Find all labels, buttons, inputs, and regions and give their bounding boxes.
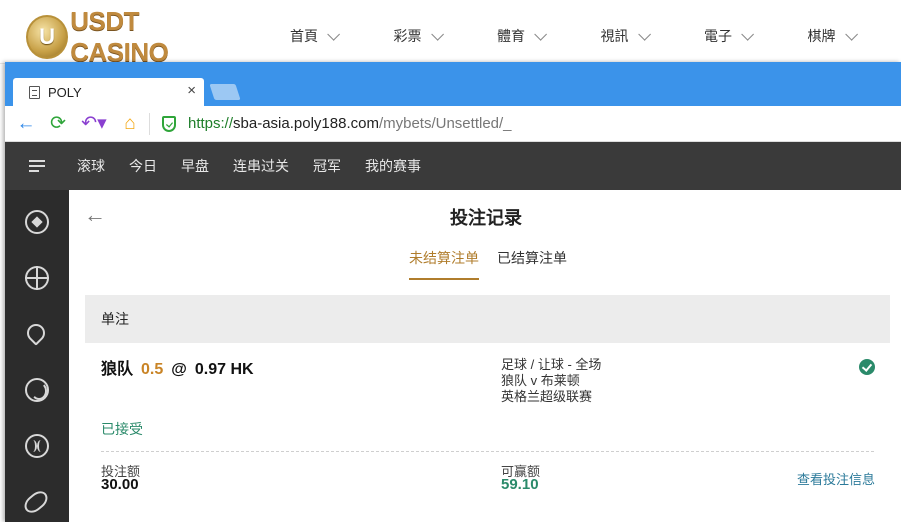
nav-label: 電子 [704,28,732,44]
nav-item-sports[interactable]: 體育 [497,26,601,46]
new-tab-button[interactable] [209,84,241,100]
reload-icon[interactable]: ⟳ [47,113,69,134]
bet-match: 狼队 v 布莱顿 [501,373,580,388]
chevron-down-icon [534,27,547,41]
url-host: sba-asia.poly188.com [233,115,379,132]
bet-details: 足球 / 让球 - 全场 狼队 v 布莱顿 英格兰超级联赛 [501,357,601,405]
volleyball-icon[interactable] [25,378,49,402]
chevron-down-icon [430,27,444,41]
check-circle-icon [859,359,875,375]
tennis-icon[interactable] [23,320,49,346]
sport-nav-inplay[interactable]: 滚球 [77,156,105,176]
casino-logo[interactable]: U USDT CASINO [26,6,236,67]
tab-title: POLY [48,84,82,100]
baseball-icon[interactable] [25,434,49,458]
bet-tabs: 未结算注单 已结算注单 [409,248,585,280]
nav-item-slots[interactable]: 電子 [704,26,808,46]
url-path: /mybets/Unsettled/_ [378,115,512,132]
tab-unsettled[interactable]: 未结算注单 [409,248,479,280]
sport-nav-early[interactable]: 早盘 [181,156,209,176]
nav-label: 首頁 [290,28,318,44]
undo-icon[interactable]: ↶▾ [79,113,109,134]
bet-market: 足球 / 让球 - 全场 [501,357,602,372]
sport-nav-today[interactable]: 今日 [129,156,157,176]
site-nav: 首頁 彩票 體育 視訊 電子 棋牌 [290,26,901,46]
logo-badge-icon: U [26,15,69,59]
nav-label: 棋牌 [807,28,836,44]
toolbar-divider [149,112,150,135]
address-bar: ← ⟳ ↶▾ ⌂ https://sba-asia.poly188.com/my… [5,106,901,142]
stake-value: 30.00 [101,476,139,493]
browser-tab-strip: POLY × [5,62,901,106]
site-header: U USDT CASINO 首頁 彩票 體育 視訊 電子 棋牌 [0,0,901,67]
chevron-down-icon [741,27,754,41]
sport-nav-parlay[interactable]: 连串过关 [233,156,289,176]
nav-item-home[interactable]: 首頁 [290,26,394,46]
basketball-icon[interactable] [25,266,49,290]
bet-handicap: 0.5 [141,361,164,378]
home-icon[interactable]: ⌂ [119,113,141,134]
bet-league: 英格兰超级联赛 [501,389,593,404]
return-value: 59.10 [501,476,539,493]
nav-item-lottery[interactable]: 彩票 [394,26,498,46]
close-icon[interactable]: × [187,83,196,99]
url-scheme: https:// [188,115,234,132]
page-icon [29,85,40,99]
section-header-single: 单注 [85,295,890,343]
bet-selection: 狼队 [101,361,134,378]
american-football-icon[interactable] [20,487,52,517]
chevron-down-icon [637,27,651,41]
logo-text: USDT CASINO [70,6,169,67]
chevron-down-icon [327,27,340,41]
bet-selection-line: 狼队 0.5 @0.97 HK [101,355,876,379]
view-bet-info-link[interactable]: 查看投注信息 [797,469,875,488]
menu-icon[interactable] [29,160,45,172]
browser-window: POLY × ← ⟳ ↶▾ ⌂ https://sba-asia.poly188… [5,62,901,522]
soccer-icon[interactable] [25,210,49,234]
page-title: 投注记录 [450,208,522,228]
nav-label: 視訊 [600,28,629,44]
bet-history-panel: ← 投注记录 未结算注单 已结算注单 单注 狼队 0.5 @0.97 HK 足球 /… [69,190,901,522]
back-arrow-icon[interactable]: ← [15,113,37,134]
nav-item-cards[interactable]: 棋牌 [808,26,901,46]
tab-settled[interactable]: 已结算注单 [497,248,567,280]
sport-nav-outright[interactable]: 冠军 [313,156,341,176]
bet-at: @ [171,361,187,378]
browser-tab[interactable]: POLY × [13,78,204,106]
bet-status: 已接受 [101,421,143,437]
chevron-down-icon [844,27,858,41]
bet-odds: 0.97 HK [194,361,254,378]
nav-item-live[interactable]: 視訊 [601,26,705,46]
divider [101,451,874,452]
sport-sidebar [5,190,69,522]
nav-label: 彩票 [393,28,422,44]
url-field[interactable]: https://sba-asia.poly188.com/mybets/Unse… [188,115,512,132]
nav-label: 體育 [497,28,525,44]
sport-nav: 滚球 今日 早盘 连串过关 冠军 我的赛事 [5,142,901,190]
shield-icon[interactable] [162,115,176,132]
sport-nav-my-events[interactable]: 我的赛事 [365,156,421,176]
